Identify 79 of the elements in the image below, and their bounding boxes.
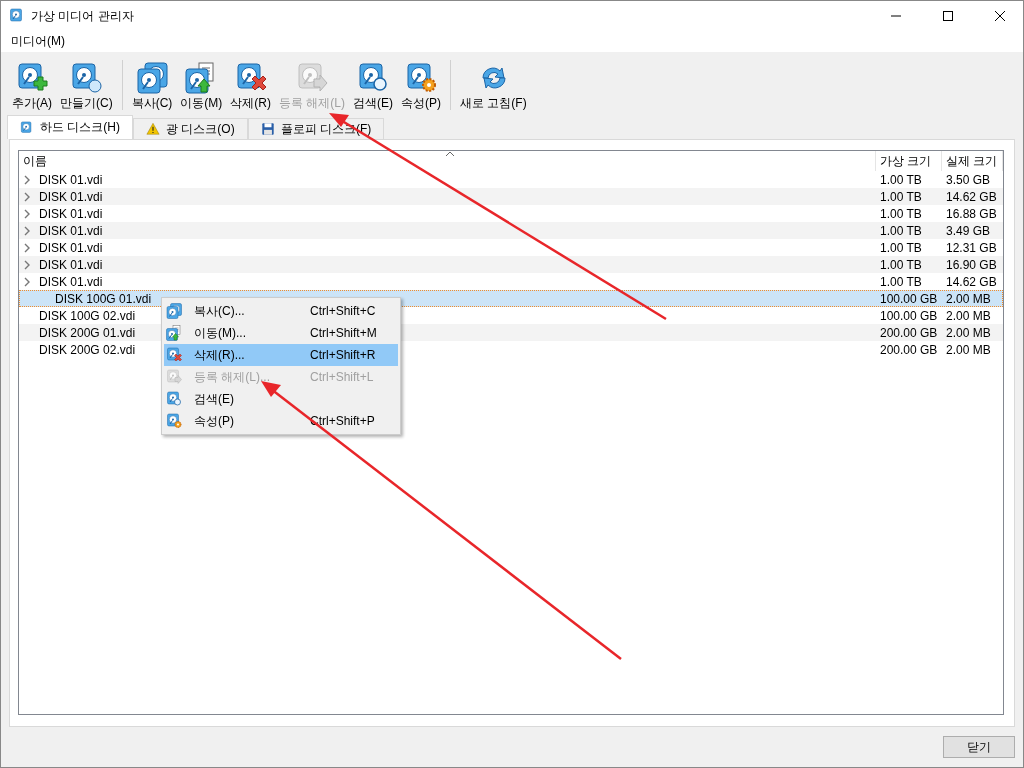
expand-chevron-icon[interactable]	[23, 208, 31, 219]
toolbar-button[interactable]: 추가(A)	[9, 62, 55, 112]
column-header[interactable]: 가상 크기	[876, 151, 942, 171]
table-cell-text: 2.00 MB	[945, 291, 992, 306]
tab[interactable]: 하드 디스크(H)	[7, 115, 133, 139]
table-cell[interactable]: DISK 100G 02.vdi	[39, 308, 136, 323]
close-icon	[995, 11, 1005, 21]
disk-magnifier-icon	[357, 62, 389, 94]
expand-chevron-icon[interactable]	[23, 259, 31, 270]
disk-gear-icon	[405, 62, 437, 94]
column-header[interactable]: 이름	[19, 151, 876, 171]
disk-document-arrow-icon	[166, 325, 182, 341]
table-cell-text: 1.00 TB	[879, 172, 923, 187]
disk-magnifier-icon	[166, 391, 182, 407]
menu-item[interactable]: 삭제(R)... Ctrl+Shift+R	[164, 344, 398, 366]
column-header[interactable]: 실제 크기	[942, 151, 1003, 171]
disk-cross-icon	[166, 347, 182, 363]
toolbar-button[interactable]: 속성(P)	[398, 62, 444, 112]
disk-gear-icon	[166, 413, 182, 429]
disk-arrow-icon	[296, 62, 328, 94]
sort-caret-icon	[445, 151, 455, 157]
maximize-icon	[943, 11, 953, 21]
toolbar-button[interactable]: 삭제(R)	[227, 62, 274, 112]
window-title: 가상 미디어 관리자	[31, 7, 135, 25]
shortcut-label: Ctrl+Shift+C	[310, 304, 377, 318]
table-cell-text: 3.49 GB	[945, 223, 992, 238]
toolbar-button[interactable]: 이동(M)	[177, 62, 226, 112]
expand-chevron-icon[interactable]	[23, 276, 31, 287]
toolbar-button[interactable]: 새로 고침(F)	[457, 62, 530, 112]
table-cell-text: 1.00 TB	[879, 223, 923, 238]
table-cell-text: 2.00 MB	[945, 325, 992, 340]
expand-chevron-icon[interactable]	[23, 242, 31, 253]
table-cell-text: 12.31 GB	[945, 240, 998, 255]
menu-item[interactable]: 이동(M)... Ctrl+Shift+M	[164, 322, 398, 344]
shortcut-label: Ctrl+Shift+M	[310, 326, 378, 340]
table-cell[interactable]: DISK 01.vdi	[39, 223, 103, 238]
table-cell[interactable]: DISK 200G 02.vdi	[39, 342, 136, 357]
table-cell-text: 2.00 MB	[945, 342, 992, 357]
menu-item[interactable]: 검색(E)	[164, 388, 398, 410]
expand-chevron-icon[interactable]	[23, 191, 31, 202]
table-cell-text: 16.88 GB	[945, 206, 998, 221]
warning-icon	[146, 122, 160, 136]
disk-plus-icon	[16, 62, 48, 94]
table-cell-text: 1.00 TB	[879, 206, 923, 221]
table-cell-text: 1.00 TB	[879, 240, 923, 255]
table-cell-text: 200.00 GB	[879, 342, 939, 357]
table-cell-text: 2.00 MB	[945, 308, 992, 323]
shortcut-label: Ctrl+Shift+L	[310, 370, 375, 384]
two-disks-icon	[166, 303, 182, 319]
two-disks-icon	[136, 62, 168, 94]
expand-chevron-icon[interactable]	[23, 225, 31, 236]
menu-item[interactable]: 미디어(M)	[5, 31, 71, 52]
tab[interactable]: 광 디스크(O)	[133, 118, 248, 139]
table-cell[interactable]: DISK 01.vdi	[39, 206, 103, 221]
table-cell-text: 1.00 TB	[879, 257, 923, 272]
table-cell-text: 200.00 GB	[879, 325, 939, 340]
disk-circle-icon	[70, 62, 103, 94]
table-cell[interactable]: DISK 01.vdi	[39, 172, 103, 187]
table-cell[interactable]: DISK 01.vdi	[39, 257, 103, 272]
table-cell[interactable]: DISK 01.vdi	[39, 274, 103, 289]
toolbar-button[interactable]: 복사(C)	[128, 62, 176, 112]
table-cell-text: 100.00 GB	[879, 291, 939, 306]
table-cell[interactable]: DISK 200G 01.vdi	[39, 325, 136, 340]
table-cell[interactable]: DISK 01.vdi	[39, 189, 103, 204]
table-cell[interactable]: DISK 01.vdi	[39, 240, 103, 255]
table-cell-text: 1.00 TB	[879, 274, 923, 289]
table-cell-text: 100.00 GB	[879, 308, 939, 323]
shortcut-label: Ctrl+Shift+R	[310, 348, 377, 362]
toolbar-button[interactable]: 검색(E)	[350, 62, 396, 112]
table-cell-text: 14.62 GB	[945, 274, 998, 289]
table-cell-text: 3.50 GB	[945, 172, 992, 187]
table-cell-text: 1.00 TB	[879, 189, 923, 204]
table-cell-text: 14.62 GB	[945, 189, 998, 204]
table-cell[interactable]: DISK 100G 01.vdi	[55, 291, 152, 306]
toolbar-button[interactable]: 만들기(C)	[57, 62, 116, 112]
expand-chevron-icon[interactable]	[23, 174, 31, 185]
menu-item[interactable]: 복사(C)... Ctrl+Shift+C	[164, 300, 398, 322]
close-dialog-button[interactable]: 닫기	[943, 736, 1015, 758]
table-cell-text: 16.90 GB	[945, 257, 998, 272]
